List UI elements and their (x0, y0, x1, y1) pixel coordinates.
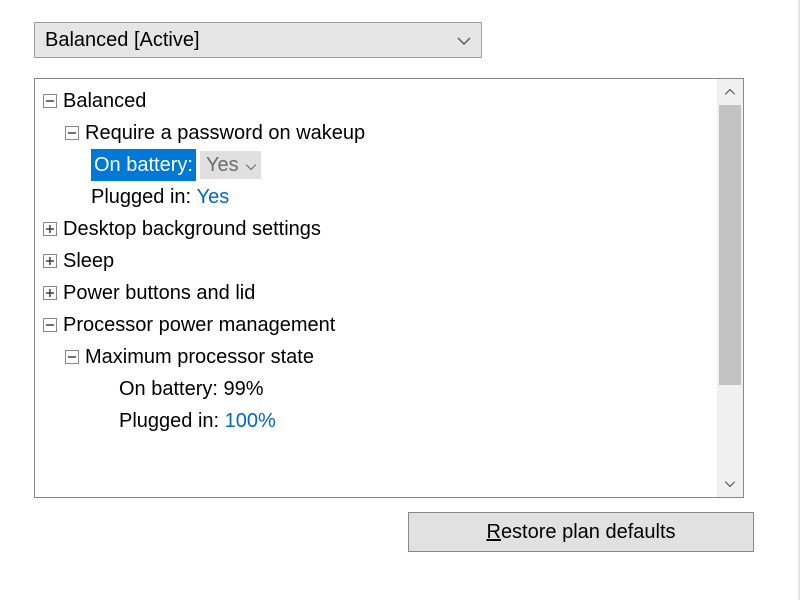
power-plan-select[interactable]: Balanced [Active] (34, 22, 482, 58)
tree-label: Balanced (63, 85, 146, 117)
tree-leaf-password-on-battery[interactable]: On battery: Yes (43, 149, 739, 181)
tree-leaf-password-plugged-in[interactable]: Plugged in: Yes (43, 181, 739, 213)
collapse-icon[interactable] (65, 350, 79, 364)
tree-leaf-value: 99% (224, 373, 264, 405)
tree-node-power-buttons[interactable]: Power buttons and lid (43, 277, 739, 309)
scroll-down-arrow-icon[interactable] (717, 471, 743, 497)
tree-leaf-value: Yes (197, 181, 230, 213)
tree-node-sleep[interactable]: Sleep (43, 245, 739, 277)
tree-label: Maximum processor state (85, 341, 314, 373)
chevron-down-icon (457, 29, 471, 52)
restore-plan-defaults-button[interactable]: Restore plan defaults (408, 512, 754, 552)
tree-leaf-maxproc-on-battery[interactable]: On battery: 99% (43, 373, 739, 405)
collapse-icon[interactable] (43, 94, 57, 108)
tree-label: Desktop background settings (63, 213, 321, 245)
expand-icon[interactable] (43, 254, 57, 268)
chevron-down-icon (245, 149, 257, 181)
scroll-up-arrow-icon[interactable] (717, 79, 743, 105)
tree-label: Sleep (63, 245, 114, 277)
tree-leaf-label: Plugged in: (91, 181, 191, 213)
value-dropdown[interactable]: Yes (200, 151, 261, 179)
value-dropdown-value: Yes (206, 149, 245, 181)
tree-node-desktop-bg[interactable]: Desktop background settings (43, 213, 739, 245)
collapse-icon[interactable] (65, 126, 79, 140)
scrollbar-thumb[interactable] (719, 105, 741, 385)
tree-label: Processor power management (63, 309, 335, 341)
tree-node-balanced[interactable]: Balanced (43, 85, 739, 117)
tree-label: Power buttons and lid (63, 277, 255, 309)
tree-leaf-label-selected: On battery: (91, 149, 196, 181)
vertical-scrollbar[interactable] (717, 79, 743, 497)
scrollbar-track[interactable] (717, 105, 743, 471)
expand-icon[interactable] (43, 286, 57, 300)
collapse-icon[interactable] (43, 318, 57, 332)
tree-node-processor-pm[interactable]: Processor power management (43, 309, 739, 341)
settings-tree: Balanced Require a password on wakeup On… (34, 78, 744, 498)
tree-leaf-value: 100% (225, 405, 276, 437)
tree-node-max-proc-state[interactable]: Maximum processor state (43, 341, 739, 373)
tree-leaf-label: On battery: (119, 373, 218, 405)
tree-label: Require a password on wakeup (85, 117, 365, 149)
restore-rest: estore plan defaults (501, 521, 676, 543)
tree-leaf-maxproc-plugged-in[interactable]: Plugged in: 100% (43, 405, 739, 437)
tree-leaf-label: Plugged in: (119, 405, 219, 437)
power-plan-selected-label: Balanced [Active] (45, 29, 457, 52)
expand-icon[interactable] (43, 222, 57, 236)
restore-mnemonic: R (486, 521, 500, 543)
tree-node-require-password[interactable]: Require a password on wakeup (43, 117, 739, 149)
